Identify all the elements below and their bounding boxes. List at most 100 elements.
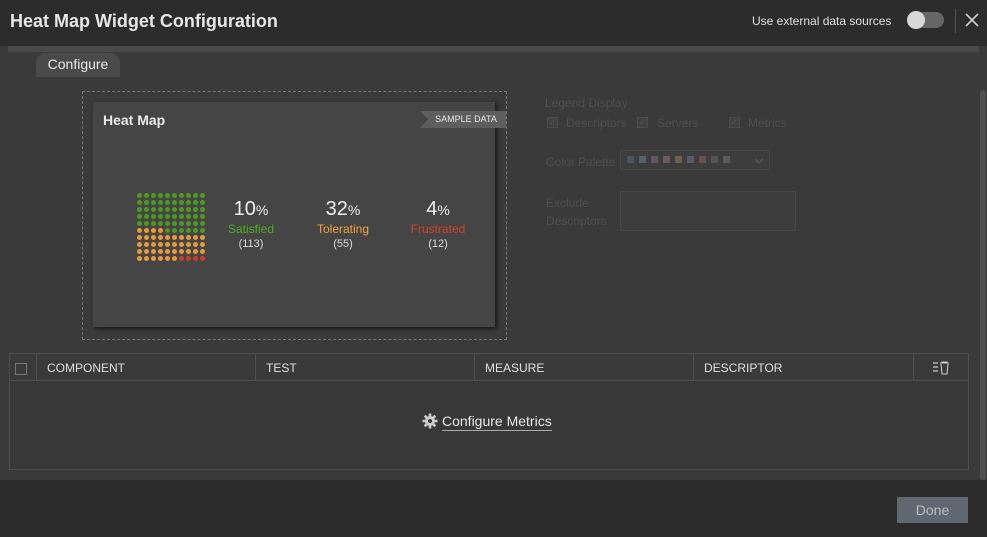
column-header-descriptor[interactable]: DESCRIPTOR	[694, 354, 914, 381]
heatmap-dot	[158, 214, 163, 219]
preview-title: Heat Map	[103, 112, 166, 128]
heatmap-dot	[172, 228, 177, 233]
heatmap-dot	[158, 228, 163, 233]
heatmap-dot	[165, 256, 170, 261]
heatmap-dot	[172, 235, 177, 240]
heatmap-dot	[158, 193, 163, 198]
sample-data-badge: SAMPLE DATA	[420, 111, 506, 128]
heatmap-dot	[193, 193, 198, 198]
heatmap-dot	[158, 242, 163, 247]
stat-tolerating: 32% Tolerating (55)	[298, 198, 388, 250]
done-button[interactable]: Done	[897, 497, 968, 523]
delete-all-cell	[914, 354, 968, 381]
heatmap-dot	[172, 193, 177, 198]
palette-swatch	[651, 156, 658, 163]
exclude-descriptors-input[interactable]	[620, 191, 796, 231]
heatmap-dot	[137, 221, 142, 226]
heatmap-dot	[179, 193, 184, 198]
table-header: COMPONENT TEST MEASURE DESCRIPTOR	[10, 354, 968, 381]
palette-swatch	[675, 156, 682, 163]
heatmap-dot	[144, 200, 149, 205]
heatmap-dot	[144, 214, 149, 219]
heatmap-dot	[186, 249, 191, 254]
heatmap-dot	[193, 228, 198, 233]
heatmap-dot	[137, 214, 142, 219]
metrics-checkbox[interactable]: ✓	[729, 117, 740, 128]
stat-satisfied-count: (113)	[238, 238, 264, 250]
heatmap-dot	[200, 214, 205, 219]
palette-swatch	[699, 156, 706, 163]
configure-metrics-link[interactable]: Configure Metrics	[422, 413, 552, 431]
close-icon[interactable]	[963, 11, 981, 29]
heatmap-dot	[193, 221, 198, 226]
vertical-scrollbar[interactable]	[979, 90, 987, 480]
heatmap-dot	[165, 193, 170, 198]
dialog-footer: Done	[0, 480, 987, 537]
heatmap-dot	[200, 242, 205, 247]
heatmap-dot	[179, 256, 184, 261]
heatmap-dot	[200, 249, 205, 254]
chevron-down-icon	[754, 158, 764, 164]
palette-swatch	[627, 156, 634, 163]
heatmap-dot	[186, 235, 191, 240]
heatmap-dot-grid	[137, 193, 209, 265]
heatmap-dot	[193, 242, 198, 247]
configure-metrics-text: Configure Metrics	[442, 413, 552, 431]
stat-frustrated-label: Frustrated	[410, 222, 466, 236]
heatmap-dot	[165, 221, 170, 226]
external-data-toggle[interactable]	[907, 11, 944, 29]
heatmap-dot	[172, 249, 177, 254]
heatmap-dot	[151, 200, 156, 205]
descriptors-checkbox[interactable]: ✓	[547, 117, 558, 128]
heatmap-dot	[137, 228, 142, 233]
heatmap-dot	[158, 256, 163, 261]
column-header-component[interactable]: COMPONENT	[37, 354, 256, 381]
metrics-label: Metrics	[748, 116, 787, 130]
stat-satisfied-label: Satisfied	[227, 222, 275, 236]
heatmap-dot	[179, 242, 184, 247]
heatmap-dot	[179, 228, 184, 233]
servers-checkbox[interactable]: ✓	[637, 117, 648, 128]
heatmap-dot	[193, 235, 198, 240]
scroll-thumb[interactable]	[980, 90, 986, 480]
heatmap-dot	[158, 207, 163, 212]
servers-label: Servers	[657, 116, 699, 130]
heatmap-dot	[137, 207, 142, 212]
heatmap-dot	[179, 221, 184, 226]
heatmap-dot	[137, 256, 142, 261]
external-data-label: Use external data sources	[752, 14, 892, 28]
heatmap-dot	[200, 235, 205, 240]
heatmap-dot	[172, 200, 177, 205]
heatmap-dot	[193, 214, 198, 219]
heatmap-dot	[165, 242, 170, 247]
heatmap-dot	[137, 249, 142, 254]
column-header-test[interactable]: TEST	[256, 354, 475, 381]
heatmap-dot	[179, 200, 184, 205]
heatmap-dot	[200, 256, 205, 261]
heatmap-dot	[151, 207, 156, 212]
header-divider	[955, 9, 956, 33]
tab-configure[interactable]: Configure	[36, 53, 120, 77]
palette-swatch	[687, 156, 694, 163]
color-palette-select[interactable]	[620, 150, 770, 170]
column-header-measure[interactable]: MEASURE	[475, 354, 694, 381]
stat-frustrated-count: (12)	[428, 238, 448, 250]
select-all-checkbox[interactable]	[15, 363, 27, 375]
heatmap-dot	[144, 193, 149, 198]
heatmap-dot	[158, 249, 163, 254]
heatmap-dot	[158, 235, 163, 240]
heatmap-dot	[151, 214, 156, 219]
heatmap-dot	[172, 256, 177, 261]
metrics-table: COMPONENT TEST MEASURE DESCRIPTOR Config…	[9, 353, 969, 470]
heatmap-dot	[165, 235, 170, 240]
heatmap-dot	[186, 193, 191, 198]
palette-swatch	[711, 156, 718, 163]
heatmap-dot	[137, 193, 142, 198]
stat-satisfied: 10% Satisfied (113)	[206, 198, 296, 250]
heatmap-dot	[144, 235, 149, 240]
color-palette-label: Color Palette	[546, 155, 616, 169]
heatmap-preview-card: Heat Map SAMPLE DATA 10% Satisfied (113)…	[93, 102, 506, 327]
palette-swatch	[663, 156, 670, 163]
stat-frustrated-value: 4%	[426, 198, 450, 220]
list-delete-icon[interactable]	[932, 361, 950, 375]
